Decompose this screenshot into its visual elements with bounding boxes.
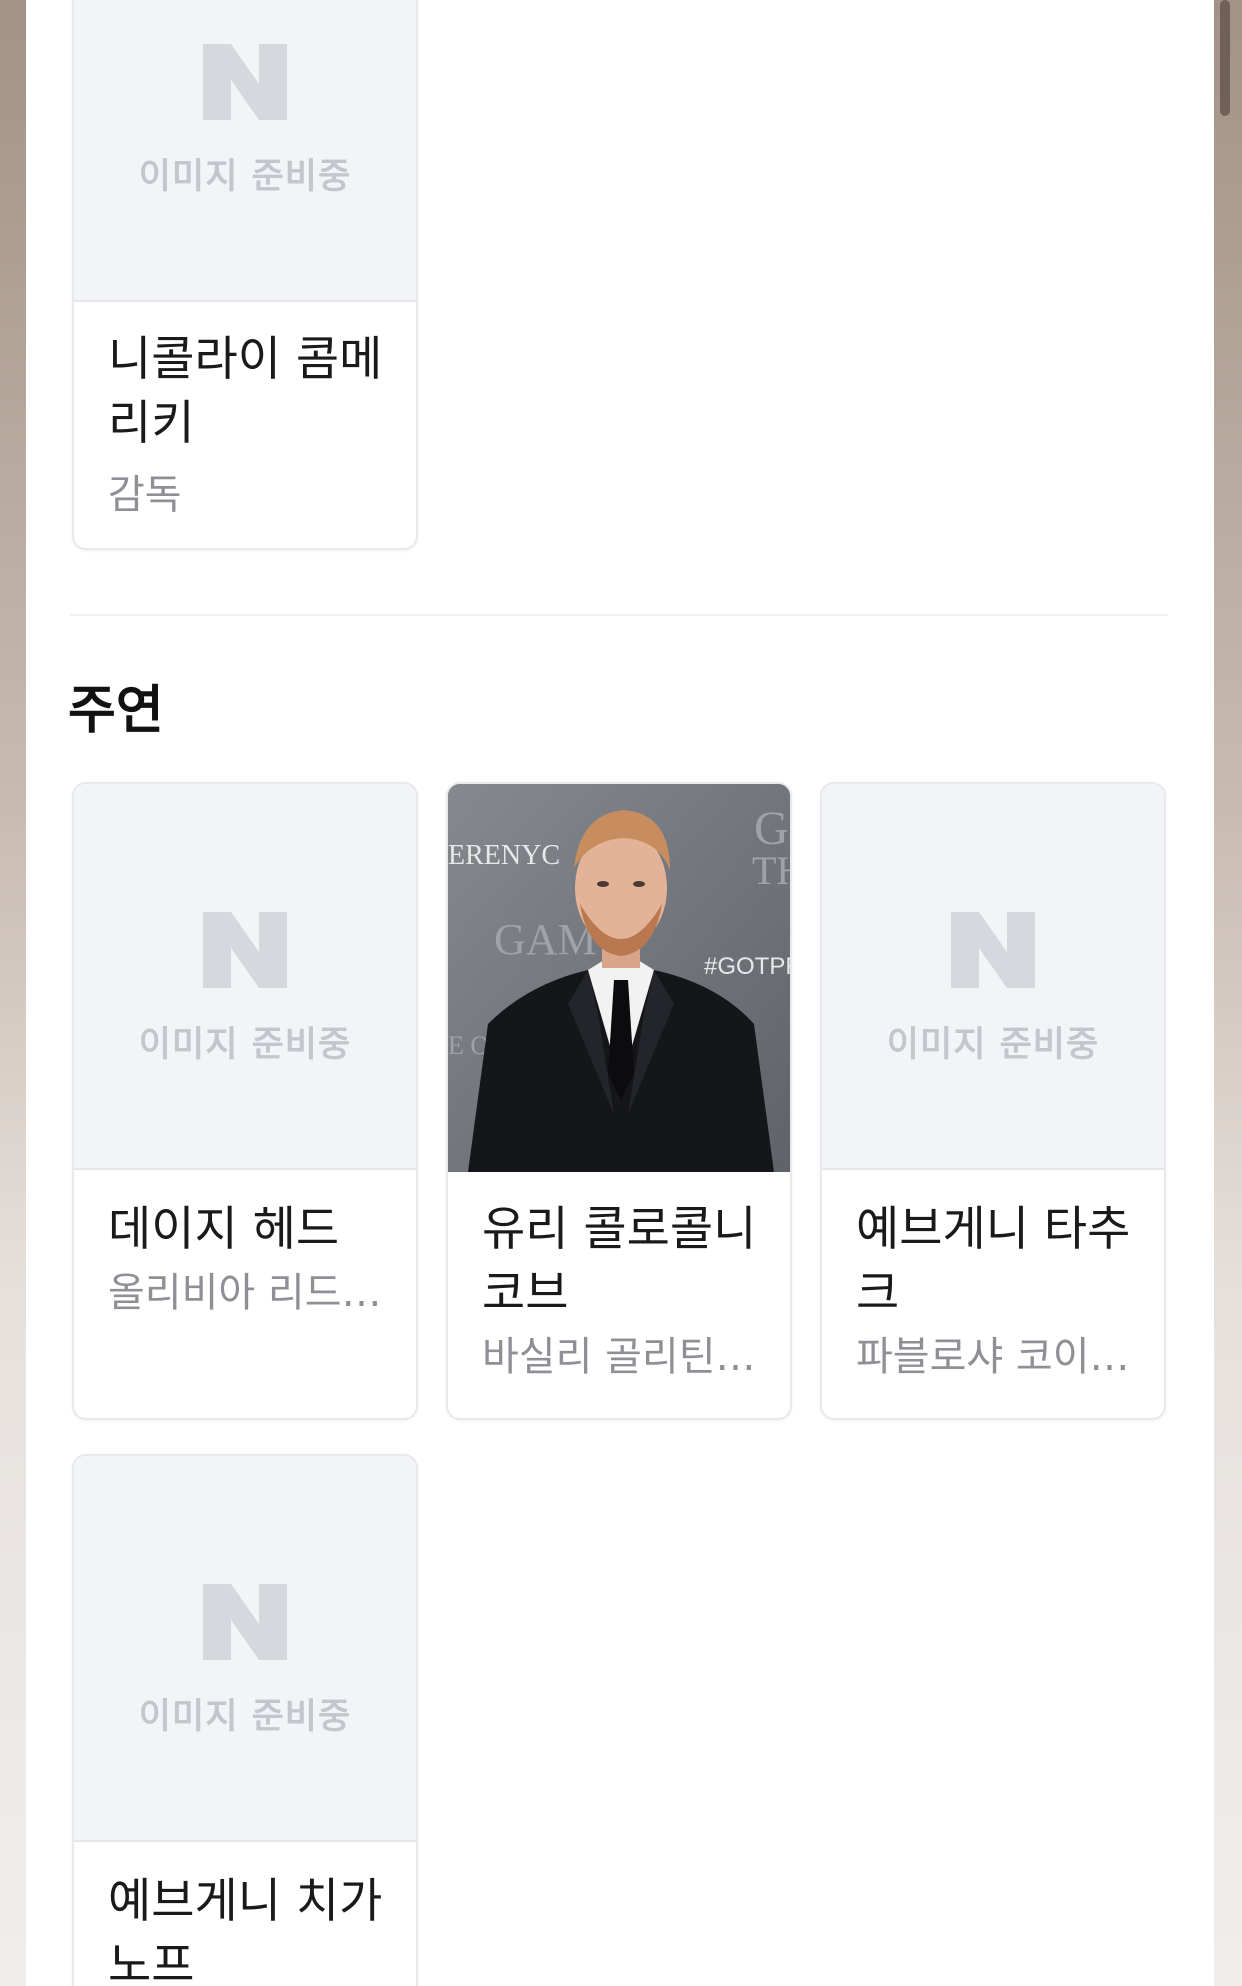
image-placeholder: 이미지 준비중 xyxy=(74,0,416,302)
cast-card[interactable]: ERENYC #GOTPR GAM E OF G TH xyxy=(446,782,792,1420)
placeholder-text: 이미지 준비중 xyxy=(138,1697,352,1737)
person-photo-image: ERENYC #GOTPR GAM E OF G TH xyxy=(448,784,792,1172)
section-title: 주연 xyxy=(68,681,164,741)
person-role: 파블로샤 코이… xyxy=(856,1334,1130,1380)
naver-n-icon xyxy=(203,1584,287,1660)
svg-text:TH: TH xyxy=(752,848,792,893)
director-card[interactable]: 이미지 준비중 니콜라이 콤메리키 감독 xyxy=(72,0,418,550)
scrollbar-thumb[interactable] xyxy=(1220,0,1230,116)
svg-text:GAM: GAM xyxy=(494,915,597,964)
placeholder-text: 이미지 준비중 xyxy=(138,1025,352,1065)
image-placeholder: 이미지 준비중 xyxy=(822,784,1164,1170)
svg-text:#GOTPR: #GOTPR xyxy=(704,953,792,980)
person-name: 유리 콜로콜니코브 xyxy=(482,1202,757,1321)
naver-n-icon xyxy=(951,912,1035,988)
placeholder-text: 이미지 준비중 xyxy=(138,157,352,197)
image-placeholder: 이미지 준비중 xyxy=(74,784,416,1170)
placeholder-text: 이미지 준비중 xyxy=(886,1025,1100,1065)
person-list-sheet: 이미지 준비중 니콜라이 콤메리키 감독 주연 이미지 준비중 데이지 헤드 올… xyxy=(26,0,1214,1986)
svg-text:ERENYC: ERENYC xyxy=(448,840,560,871)
person-name: 니콜라이 콤메리키 xyxy=(108,332,383,451)
cast-card[interactable]: 이미지 준비중 데이지 헤드 올리비아 리드… xyxy=(72,782,418,1420)
naver-n-icon xyxy=(203,44,287,120)
person-name: 예브게니 타추크 xyxy=(856,1202,1131,1321)
person-name: 데이지 헤드 xyxy=(108,1202,340,1257)
person-role: 바실리 골리틴… xyxy=(482,1334,756,1380)
section-divider xyxy=(70,614,1168,616)
person-photo: ERENYC #GOTPR GAM E OF G TH xyxy=(448,784,792,1172)
person-name: 예브게니 치가노프 xyxy=(108,1874,383,1986)
naver-n-icon xyxy=(203,912,287,988)
cast-card[interactable]: 이미지 준비중 예브게니 치가노프 xyxy=(72,1454,418,1986)
cast-card[interactable]: 이미지 준비중 예브게니 타추크 파블로샤 코이… xyxy=(820,782,1166,1420)
image-placeholder: 이미지 준비중 xyxy=(74,1456,416,1842)
person-role: 올리비아 리드… xyxy=(108,1270,382,1316)
person-role: 감독 xyxy=(108,472,182,518)
